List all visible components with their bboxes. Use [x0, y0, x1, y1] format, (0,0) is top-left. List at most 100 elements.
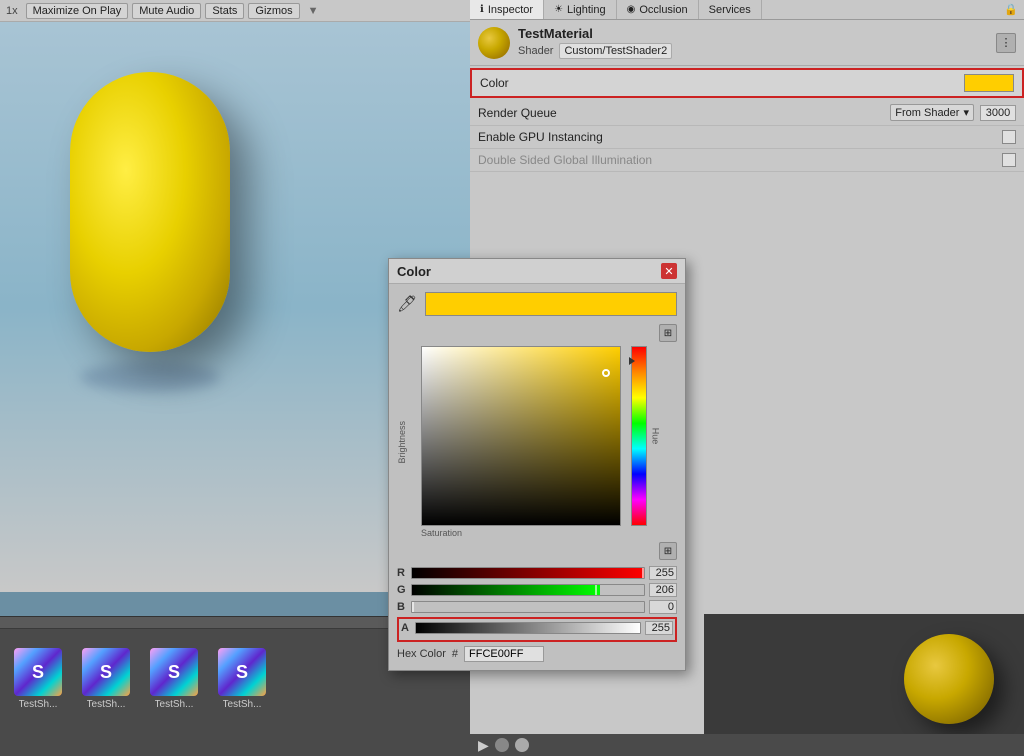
color-square-cursor [602, 369, 610, 377]
preview-color-bar [425, 292, 677, 316]
double-sided-row: Double Sided Global Illumination [470, 149, 1024, 172]
color-mode-button-1[interactable]: ⊞ [659, 324, 677, 342]
hex-hash: # [452, 648, 458, 660]
gpu-instancing-row: Enable GPU Instancing [470, 126, 1024, 149]
dialog-title: Color [397, 264, 661, 279]
dialog-titlebar: Color ✕ [389, 259, 685, 284]
list-item[interactable]: S TestSh... [76, 648, 136, 710]
icon-buttons-row-2: ⊞ [397, 542, 677, 560]
b-label: B [397, 601, 407, 613]
viewport-topbar: 1x Maximize On Play Mute Audio Stats Giz… [0, 0, 470, 22]
hue-strip[interactable]: Hue [631, 346, 647, 526]
color-square[interactable] [421, 346, 621, 526]
rgba-sliders: R 255 G 206 B [397, 566, 677, 642]
color-square-container[interactable]: Saturation [421, 346, 621, 538]
occlusion-icon: ◉ [627, 4, 636, 15]
preview-color-row: 🖊 [397, 292, 677, 316]
play-button[interactable]: ▶ [478, 737, 489, 754]
tab-lighting[interactable]: ☀ Lighting [544, 0, 617, 19]
gradient-area: Brightness Saturation Hue [397, 346, 677, 538]
playback-circle-2[interactable] [515, 738, 529, 752]
hex-input[interactable] [464, 646, 544, 662]
gpu-instancing-checkbox[interactable] [1002, 130, 1016, 144]
gpu-instancing-label: Enable GPU Instancing [478, 130, 1002, 144]
maximize-on-play-button[interactable]: Maximize On Play [26, 3, 129, 19]
render-queue-value[interactable]: 3000 [980, 105, 1016, 121]
material-info: TestMaterial Shader Custom/TestShader2 [518, 26, 988, 59]
lighting-icon: ☀ [554, 4, 563, 15]
tab-services[interactable]: Services [699, 0, 762, 19]
brightness-gradient [422, 347, 620, 525]
hue-label: Hue [651, 428, 661, 445]
shader-value[interactable]: Custom/TestShader2 [559, 43, 672, 59]
color-property-row: Color [470, 68, 1024, 98]
inspector-icon: ℹ [480, 4, 484, 15]
hex-color-row: Hex Color # [397, 646, 677, 662]
lock-icon[interactable]: 🔒 [998, 3, 1024, 16]
mute-audio-button[interactable]: Mute Audio [132, 3, 201, 19]
g-slider[interactable] [411, 584, 645, 596]
g-slider-row: G 206 [397, 583, 677, 597]
material-header: TestMaterial Shader Custom/TestShader2 ⋮ [470, 20, 1024, 66]
color-picker-dialog: Color ✕ 🖊 ⊞ Brightness S [388, 258, 686, 671]
shader-label: Shader [518, 45, 553, 57]
playback-bar: ▶ [470, 734, 1024, 756]
asset-icon-2: S [150, 648, 198, 696]
asset-label-1: TestSh... [87, 699, 126, 710]
asset-label-3: TestSh... [223, 699, 262, 710]
render-queue-row: Render Queue From Shader ▾ 3000 [470, 100, 1024, 126]
a-label: A [401, 622, 411, 634]
r-slider-row: R 255 [397, 566, 677, 580]
tab-occlusion[interactable]: ◉ Occlusion [617, 0, 699, 19]
dropdown-arrow-icon: ▾ [963, 106, 969, 119]
b-value[interactable]: 0 [649, 600, 677, 614]
list-item[interactable]: S TestSh... [8, 648, 68, 710]
asset-icon-1: S [82, 648, 130, 696]
asset-icon-3: S [218, 648, 266, 696]
zoom-label: 1x [6, 5, 18, 17]
color-label: Color [480, 76, 964, 90]
icon-buttons-row: ⊞ [397, 324, 677, 342]
asset-label-2: TestSh... [155, 699, 194, 710]
shader-row: Shader Custom/TestShader2 [518, 43, 988, 59]
list-item[interactable]: S TestSh... [144, 648, 204, 710]
capsule-shadow [80, 362, 220, 392]
capsule-object [70, 72, 230, 352]
a-slider[interactable] [415, 622, 641, 634]
dialog-close-button[interactable]: ✕ [661, 263, 677, 279]
preview-area [704, 614, 1024, 734]
r-value[interactable]: 255 [649, 566, 677, 580]
r-label: R [397, 567, 407, 579]
asset-label-0: TestSh... [19, 699, 58, 710]
r-slider[interactable] [411, 567, 645, 579]
material-options-button[interactable]: ⋮ [996, 33, 1016, 53]
material-name: TestMaterial [518, 26, 988, 41]
asset-icon-0: S [14, 648, 62, 696]
hex-label: Hex Color [397, 648, 446, 660]
double-sided-label: Double Sided Global Illumination [478, 153, 1002, 167]
b-slider-row: B 0 [397, 600, 677, 614]
stats-button[interactable]: Stats [205, 3, 244, 19]
gizmos-dropdown-icon[interactable]: ▼ [308, 5, 319, 17]
alpha-highlight-wrapper: A 255 [397, 617, 677, 642]
g-label: G [397, 584, 407, 596]
tab-inspector[interactable]: ℹ Inspector [470, 0, 544, 19]
eyedropper-icon[interactable]: 🖊 [397, 294, 417, 314]
preview-sphere [904, 634, 994, 724]
material-preview-sphere [478, 27, 510, 59]
render-queue-dropdown[interactable]: From Shader ▾ [890, 104, 974, 121]
render-queue-label: Render Queue [478, 106, 890, 120]
b-slider[interactable] [411, 601, 645, 613]
color-swatch[interactable] [964, 74, 1014, 92]
hue-cursor [629, 357, 635, 365]
gizmos-button[interactable]: Gizmos [248, 3, 299, 19]
brightness-vertical-label: Brightness [397, 421, 407, 464]
a-slider-row: A 255 [401, 621, 673, 635]
color-mode-button-2[interactable]: ⊞ [659, 542, 677, 560]
list-item[interactable]: S TestSh... [212, 648, 272, 710]
saturation-label: Saturation [421, 528, 621, 538]
double-sided-checkbox[interactable] [1002, 153, 1016, 167]
g-value[interactable]: 206 [649, 583, 677, 597]
playback-circle-1[interactable] [495, 738, 509, 752]
a-value[interactable]: 255 [645, 621, 673, 635]
